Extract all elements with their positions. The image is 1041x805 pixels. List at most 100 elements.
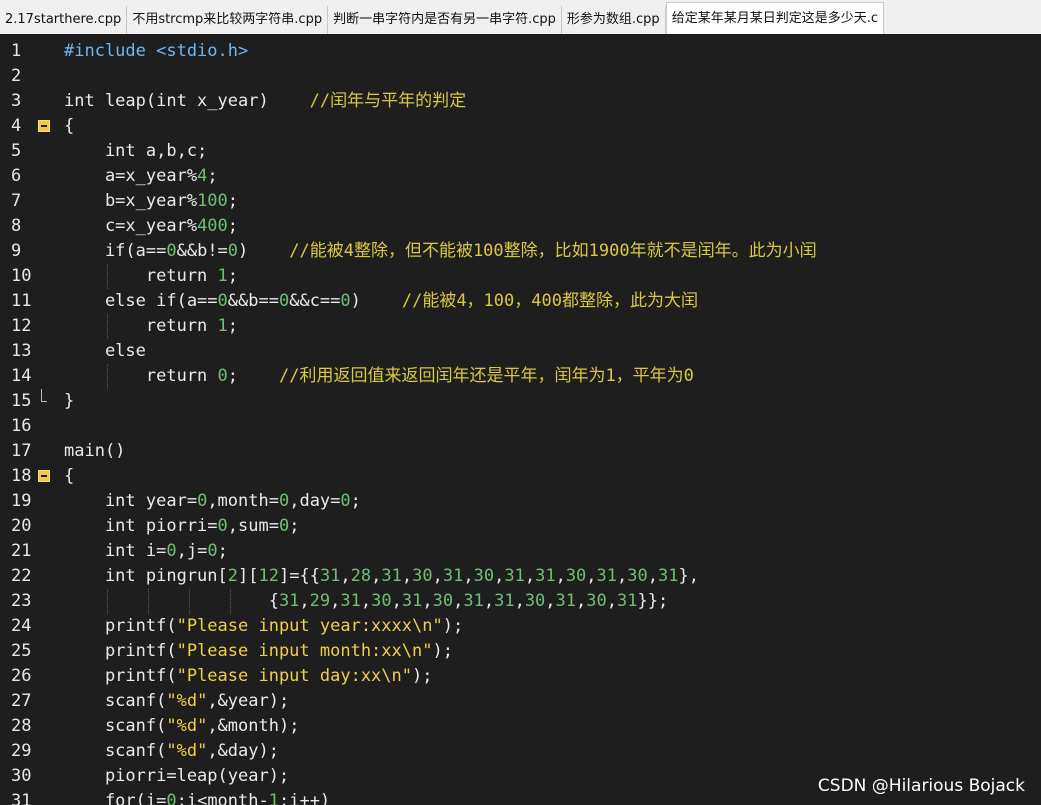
code-token: 31 xyxy=(463,591,484,611)
code-token: { xyxy=(64,466,75,486)
line-number: 21 xyxy=(11,541,32,561)
code-token: 31 xyxy=(555,591,577,611)
code-token: , xyxy=(576,591,587,611)
fold-collapse-icon[interactable] xyxy=(38,120,50,132)
tab-file[interactable]: 不用strcmp来比较两字符串.cpp xyxy=(127,6,329,34)
code-token: 0 xyxy=(340,491,351,511)
code-line[interactable]: 12 return 1; xyxy=(0,314,1041,339)
code-token: ); xyxy=(442,616,464,636)
code-token: 30 xyxy=(586,591,607,611)
line-number: 3 xyxy=(11,91,22,111)
code-token: "Please input year:xxxx\n" xyxy=(176,616,443,636)
code-line[interactable]: 5 int a,b,c; xyxy=(0,139,1041,164)
code-token: 0 xyxy=(166,791,177,805)
code-token: c=x_year% xyxy=(64,216,198,236)
code-token: printf( xyxy=(64,641,177,661)
code-token: //能被4整除，但不能被100整除，比如1900年就不是闰年。此为小闰 xyxy=(289,241,817,261)
code-line[interactable]: 20 int piorri=0,sum=0; xyxy=(0,514,1041,539)
code-token: 29 xyxy=(309,591,331,611)
line-number: 16 xyxy=(11,416,32,436)
code-text: #include <stdio.h> xyxy=(64,39,248,64)
code-token: 0 xyxy=(278,491,290,511)
line-number: 1 xyxy=(11,41,22,61)
code-token: b=x_year% xyxy=(64,191,198,211)
code-line[interactable]: 1 #include <stdio.h> xyxy=(0,39,1041,64)
code-token: ,j= xyxy=(176,541,208,561)
code-line[interactable]: 23 {31,29,31,30,31,30,31,31,30,31,30,31}… xyxy=(0,589,1041,614)
code-token: 31 xyxy=(340,591,361,611)
code-text: { xyxy=(64,464,74,489)
code-editor[interactable]: 1 #include <stdio.h> 2 3 int leap(int x_year… xyxy=(0,34,1041,805)
line-number: 20 xyxy=(11,516,32,536)
code-token: ,&day); xyxy=(207,741,279,761)
code-token: , xyxy=(494,566,505,586)
tab-bar: 2.17starthere.cpp 不用strcmp来比较两字符串.cpp 判断一串… xyxy=(0,0,1041,35)
fold-collapse-icon[interactable] xyxy=(38,470,50,482)
code-token: 31 xyxy=(617,591,638,611)
code-line[interactable]: 29 scanf("%d",&day); xyxy=(0,739,1041,764)
line-number: 25 xyxy=(11,641,32,661)
code-line[interactable]: 19 int year=0,month=0,day=0; xyxy=(0,489,1041,514)
code-line[interactable]: 4{ xyxy=(0,114,1041,139)
code-line[interactable]: 6 a=x_year%4; xyxy=(0,164,1041,189)
code-line[interactable]: 27 scanf("%d",&year); xyxy=(0,689,1041,714)
code-line[interactable]: 8 c=x_year%400; xyxy=(0,214,1041,239)
code-line[interactable]: 16 xyxy=(0,414,1041,439)
code-text: int leap(int x_year) //闰年与平年的判定 xyxy=(64,89,466,114)
code-token: , xyxy=(617,566,628,586)
code-token: 0 xyxy=(278,291,290,311)
code-line[interactable]: 21 int i=0,j=0; xyxy=(0,539,1041,564)
code-line[interactable]: 15} xyxy=(0,389,1041,414)
code-line[interactable]: 10 return 1; xyxy=(0,264,1041,289)
code-line[interactable]: 18 { xyxy=(0,464,1041,489)
tab-file[interactable]: 判断一串字符内是否有另一串字符.cpp xyxy=(328,6,562,34)
code-token: , xyxy=(360,591,372,611)
code-line[interactable]: 25 printf("Please input month:xx\n"); xyxy=(0,639,1041,664)
code-token: ][ xyxy=(238,566,259,586)
code-token: , xyxy=(432,566,443,586)
code-line[interactable]: 26 printf("Please input day:xx\n"); xyxy=(0,664,1041,689)
code-token: , xyxy=(647,566,659,586)
code-token: , xyxy=(514,591,525,611)
line-number: 27 xyxy=(11,691,32,711)
line-number: 17 xyxy=(11,441,32,461)
code-area[interactable]: 1 #include <stdio.h> 2 3 int leap(int x_year… xyxy=(0,39,1041,805)
tab-file[interactable]: 形参为数组.cpp xyxy=(561,6,666,34)
line-number: 12 xyxy=(11,316,32,336)
line-number: 19 xyxy=(11,491,32,511)
code-line[interactable]: 24 printf("Please input year:xxxx\n"); xyxy=(0,614,1041,639)
line-number: 23 xyxy=(11,591,32,611)
code-token: 31 xyxy=(381,566,402,586)
code-line[interactable]: 11 else if(a==0&&b==0&&c==0) //能被4，100，4… xyxy=(0,289,1041,314)
tab-file[interactable]: 2.17starthere.cpp xyxy=(0,6,128,34)
code-token: printf( xyxy=(64,666,177,686)
code-token: 30 xyxy=(432,591,454,611)
watermark: CSDN @Hilarious Bojack xyxy=(817,776,1025,796)
tab-active-file[interactable]: 给定某年某月某日判定这是多少天.c xyxy=(665,2,884,34)
code-token: 100 xyxy=(197,191,228,211)
line-number: 18 xyxy=(11,466,32,486)
code-line[interactable]: 2 xyxy=(0,64,1041,89)
code-line[interactable]: 17 main() xyxy=(0,439,1041,464)
code-token: } xyxy=(64,391,75,411)
code-token: , xyxy=(340,566,351,586)
code-token: ) xyxy=(238,241,290,261)
code-line[interactable]: 14 return 0; //利用返回值来返回闰年还是平年，闰年为1，平年为0 xyxy=(0,364,1041,389)
code-token: , xyxy=(330,591,341,611)
code-token: ; xyxy=(227,316,239,336)
code-token: 2 xyxy=(227,566,239,586)
code-line[interactable]: 22 int pingrun[2][12]={{31,28,31,30,31,3… xyxy=(0,564,1041,589)
code-line[interactable]: 7 b=x_year%100; xyxy=(0,189,1041,214)
code-token: ;i++) xyxy=(278,791,331,805)
line-number: 15 xyxy=(11,391,32,411)
code-line[interactable]: 9 if(a==0&&b!=0) //能被4整除，但不能被100整除，比如190… xyxy=(0,239,1041,264)
code-token: 30 xyxy=(524,591,546,611)
code-line[interactable]: 28 scanf("%d",&month); xyxy=(0,714,1041,739)
line-number: 28 xyxy=(11,716,32,736)
code-line[interactable]: 3 int leap(int x_year) //闰年与平年的判定 xyxy=(0,89,1041,114)
code-line[interactable]: 13 else xyxy=(0,339,1041,364)
code-token: &&b== xyxy=(227,291,279,311)
code-text: int i=0,j=0; xyxy=(64,539,228,564)
code-token: }, xyxy=(678,566,699,586)
code-token: 31 xyxy=(658,566,679,586)
